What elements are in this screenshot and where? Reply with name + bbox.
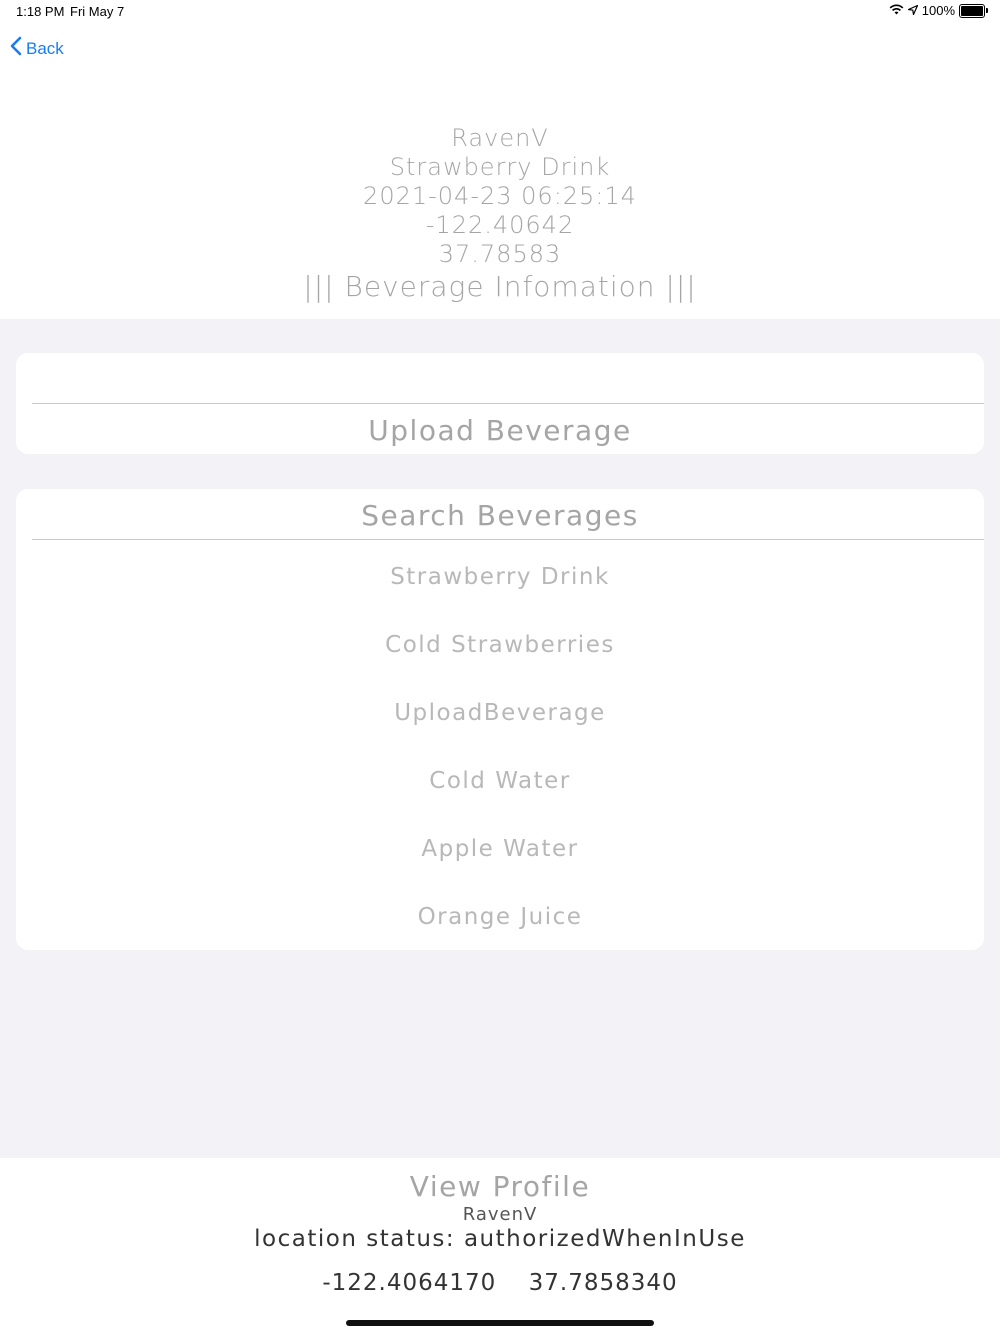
footer-latitude: 37.7858340 — [528, 1270, 678, 1296]
beverage-list-item[interactable]: UploadBeverage — [16, 676, 984, 744]
footer-coordinates: -122.4064170 37.7858340 — [0, 1270, 1000, 1296]
status-date: Fri May 7 — [70, 4, 125, 19]
beverage-info: RavenV Strawberry Drink 2021-04-23 06:25… — [0, 124, 1000, 305]
footer: View Profile RavenV location status: aut… — [0, 1158, 1000, 1334]
upload-beverage-button[interactable]: Upload Beverage — [16, 404, 984, 454]
location-arrow-icon — [907, 3, 918, 18]
wifi-icon — [889, 3, 904, 18]
back-label: Back — [26, 38, 64, 58]
beverage-list: Strawberry Drink Cold Strawberries Uploa… — [16, 540, 984, 948]
beverage-list-item[interactable]: Orange Juice — [16, 880, 984, 948]
search-beverages-button[interactable]: Search Beverages — [32, 489, 984, 540]
status-indicators: 100% — [889, 3, 988, 18]
info-timestamp: 2021-04-23 06:25:14 — [363, 182, 637, 210]
info-user: RavenV — [451, 124, 549, 152]
info-beverage: Strawberry Drink — [389, 153, 611, 181]
search-section: Search Beverages Strawberry Drink Cold S… — [16, 489, 984, 950]
status-time: 1:18 PM — [16, 4, 65, 19]
battery-percent: 100% — [921, 3, 955, 18]
empty-row — [32, 353, 984, 404]
back-button[interactable]: Back — [10, 36, 64, 61]
footer-longitude: -122.4064170 — [322, 1270, 497, 1296]
battery-icon — [959, 3, 988, 18]
status-bar: 1:18 PM Fri May 7 100% — [0, 0, 1000, 24]
chevron-left-icon — [10, 36, 22, 61]
home-indicator — [346, 1320, 654, 1326]
upload-section: Upload Beverage — [16, 353, 984, 454]
beverage-list-item[interactable]: Apple Water — [16, 812, 984, 880]
location-status: location status: authorizedWhenInUse — [254, 1226, 746, 1252]
view-profile-button[interactable]: View Profile — [0, 1170, 1000, 1203]
info-section-title: ||| Beverage Infomation ||| — [303, 270, 697, 303]
info-latitude: 37.78583 — [438, 240, 562, 268]
beverage-list-item[interactable]: Strawberry Drink — [16, 540, 984, 608]
beverage-list-item[interactable]: Cold Strawberries — [16, 608, 984, 676]
grouped-table: Upload Beverage Search Beverages Strawbe… — [0, 319, 1000, 1158]
footer-user: RavenV — [462, 1204, 538, 1225]
beverage-list-item[interactable]: Cold Water — [16, 744, 984, 812]
info-longitude: -122.40642 — [425, 211, 575, 239]
